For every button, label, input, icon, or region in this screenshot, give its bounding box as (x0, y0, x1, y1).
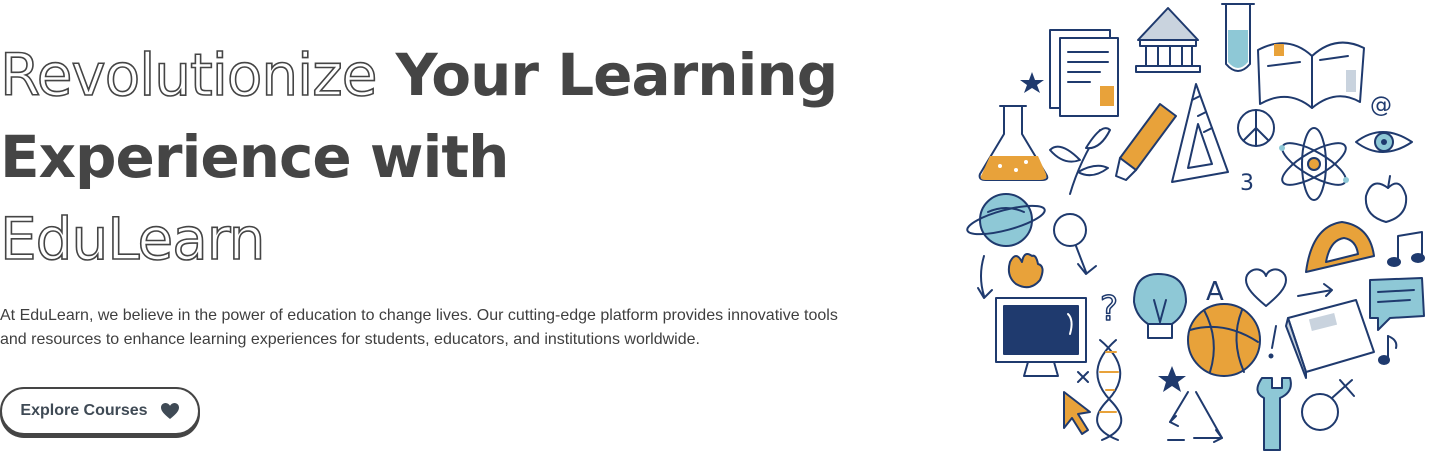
headline-brand-word: EduLearn (0, 204, 266, 274)
hero-headline: Revolutionize Your Learning Experience w… (0, 34, 880, 280)
music-note-icon (1387, 231, 1425, 267)
planet-icon (966, 193, 1046, 247)
flask-icon (978, 105, 1049, 181)
star-icon-2 (1158, 366, 1186, 392)
lightbulb-icon (1133, 273, 1187, 339)
wrench-icon (1256, 377, 1292, 451)
letter-a: A (1206, 277, 1224, 307)
number-three: 3 (1240, 171, 1254, 196)
headline-outline-word: Revolutionize (0, 40, 378, 110)
arrow-icon (977, 255, 993, 299)
star-icon (1020, 72, 1044, 93)
open-book-icon (1257, 41, 1365, 109)
hero-section: Revolutionize Your Learning Experience w… (0, 34, 880, 352)
hand-icon (1007, 253, 1044, 289)
dna-icon (1096, 339, 1123, 441)
music-note-icon-2 (1378, 335, 1398, 365)
arrow-right-icon (1297, 283, 1333, 297)
peace-icon (1237, 109, 1275, 147)
heart-icon (160, 403, 179, 419)
document-icon (1049, 29, 1119, 117)
recycle-icon (1167, 391, 1223, 443)
magnifier-icon (1053, 213, 1097, 275)
chat-bubble-icon (1369, 277, 1425, 331)
at-sign: @ (1370, 93, 1392, 118)
eye-icon (1355, 131, 1413, 153)
book-icon (1285, 299, 1375, 379)
ruler-triangle-icon (1171, 83, 1229, 183)
explore-courses-button[interactable]: Explore Courses (0, 387, 200, 435)
hero-description: At EduLearn, we believe in the power of … (0, 307, 838, 348)
test-tube-icon (1221, 3, 1255, 72)
basketball-icon (1187, 303, 1261, 377)
exclamation-icon (1268, 325, 1277, 359)
question-mark: ? (1100, 289, 1118, 329)
apple-icon (1364, 175, 1408, 223)
monitor-icon (995, 297, 1087, 377)
museum-icon (1135, 7, 1201, 73)
plant-icon (1049, 127, 1111, 195)
cursor-icon (1063, 391, 1091, 435)
pencil-icon (1115, 103, 1177, 181)
gender-icon (1301, 379, 1355, 431)
education-doodle-illustration: 3 @ ? A (966, 3, 1425, 451)
protractor-icon (1305, 221, 1375, 273)
atom-icon (1279, 127, 1349, 201)
heart-outline-icon (1245, 268, 1287, 307)
cross-icon (1077, 371, 1089, 383)
cta-label: Explore Courses (20, 402, 148, 419)
